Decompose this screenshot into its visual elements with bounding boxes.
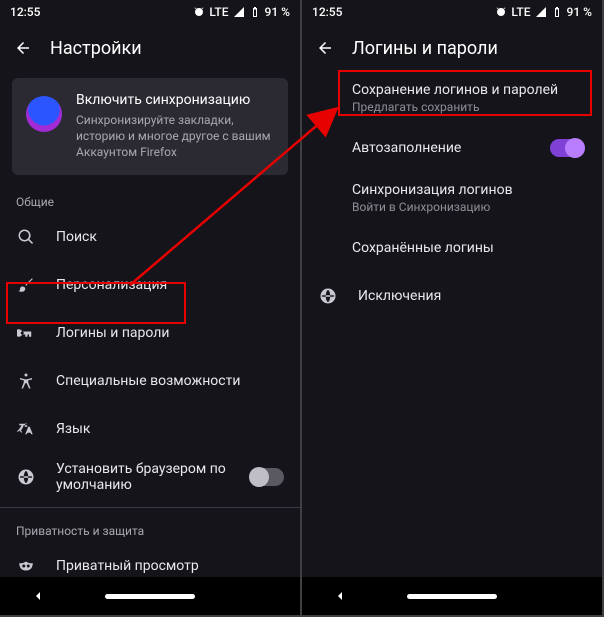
battery-icon bbox=[249, 6, 261, 18]
section-privacy: Приватность и защита bbox=[0, 514, 300, 542]
row-sync-logins[interactable]: Синхронизация логинов Войти в Синхрониза… bbox=[302, 172, 602, 224]
divider bbox=[0, 507, 300, 508]
navbar bbox=[0, 577, 300, 615]
row-label: Сохранённые логины bbox=[352, 240, 584, 256]
brush-icon bbox=[17, 276, 35, 294]
row-label: Поиск bbox=[56, 229, 284, 245]
row-search[interactable]: Поиск bbox=[0, 213, 300, 261]
page-title: Настройки bbox=[50, 38, 142, 59]
row-label: Логины и пароли bbox=[56, 325, 284, 341]
nav-back-icon[interactable] bbox=[30, 588, 46, 604]
row-logins[interactable]: Логины и пароли bbox=[0, 309, 300, 357]
status-time: 12:55 bbox=[10, 5, 40, 19]
row-label: Специальные возможности bbox=[56, 373, 284, 389]
row-label: Приватный просмотр bbox=[56, 558, 284, 574]
row-label: Синхронизация логинов bbox=[352, 182, 584, 198]
alarm-icon bbox=[495, 6, 507, 18]
row-label: Установить браузером по умолчанию bbox=[56, 461, 230, 493]
search-icon bbox=[17, 228, 35, 246]
signal-icon bbox=[535, 6, 547, 18]
row-private-browsing[interactable]: Приватный просмотр bbox=[0, 542, 300, 577]
row-saved-logins[interactable]: Сохранённые логины bbox=[302, 224, 602, 272]
globe-icon bbox=[319, 287, 337, 305]
row-label: Персонализация bbox=[56, 277, 284, 293]
sync-subtitle: Синхронизируйте закладки, историю и мног… bbox=[76, 112, 274, 161]
avatar-icon bbox=[26, 96, 62, 132]
row-default-browser[interactable]: Установить браузером по умолчанию bbox=[0, 453, 300, 501]
sync-title: Включить синхронизацию bbox=[76, 92, 274, 108]
key-icon bbox=[17, 324, 35, 342]
status-battery: 91 % bbox=[265, 5, 290, 19]
signal-icon bbox=[233, 6, 245, 18]
row-sublabel: Войти в Синхронизацию bbox=[352, 200, 584, 214]
row-language[interactable]: Язык bbox=[0, 405, 300, 453]
status-net: LTE bbox=[209, 5, 228, 19]
status-time: 12:55 bbox=[312, 5, 342, 19]
battery-icon bbox=[551, 6, 563, 18]
row-save-logins[interactable]: Сохранение логинов и паролей Предлагать … bbox=[302, 72, 602, 124]
row-autofill[interactable]: Автозаполнение bbox=[302, 124, 602, 172]
statusbar: 12:55 LTE 91 % bbox=[302, 0, 602, 24]
nav-home[interactable] bbox=[407, 594, 497, 599]
toggle-autofill[interactable] bbox=[550, 139, 584, 157]
row-label: Язык bbox=[56, 421, 284, 437]
phone-left: 12:55 LTE 91 % Настройки Включить синхро… bbox=[0, 0, 300, 615]
phone-right: 12:55 LTE 91 % Логины и пароли Сохранени… bbox=[302, 0, 602, 615]
alarm-icon bbox=[193, 6, 205, 18]
appbar: Логины и пароли bbox=[302, 24, 602, 72]
section-general: Общие bbox=[0, 185, 300, 213]
row-label: Автозаполнение bbox=[352, 140, 536, 156]
row-label: Исключения bbox=[358, 288, 584, 304]
globe-icon bbox=[17, 468, 35, 486]
page-title: Логины и пароли bbox=[352, 38, 498, 59]
accessibility-icon bbox=[17, 372, 35, 390]
toggle-default-browser[interactable] bbox=[250, 468, 284, 486]
mask-icon bbox=[17, 557, 35, 575]
status-net: LTE bbox=[511, 5, 530, 19]
row-accessibility[interactable]: Специальные возможности bbox=[0, 357, 300, 405]
back-icon[interactable] bbox=[316, 39, 334, 57]
statusbar: 12:55 LTE 91 % bbox=[0, 0, 300, 24]
navbar bbox=[302, 577, 602, 615]
sync-card[interactable]: Включить синхронизацию Синхронизируйте з… bbox=[12, 78, 288, 175]
row-label: Сохранение логинов и паролей bbox=[352, 82, 584, 98]
language-icon bbox=[17, 420, 35, 438]
status-battery: 91 % bbox=[567, 5, 592, 19]
back-icon[interactable] bbox=[14, 39, 32, 57]
row-exceptions[interactable]: Исключения bbox=[302, 272, 602, 320]
row-sublabel: Предлагать сохранить bbox=[352, 100, 584, 114]
row-personalize[interactable]: Персонализация bbox=[0, 261, 300, 309]
appbar: Настройки bbox=[0, 24, 300, 72]
nav-home[interactable] bbox=[105, 594, 195, 599]
nav-back-icon[interactable] bbox=[332, 588, 348, 604]
